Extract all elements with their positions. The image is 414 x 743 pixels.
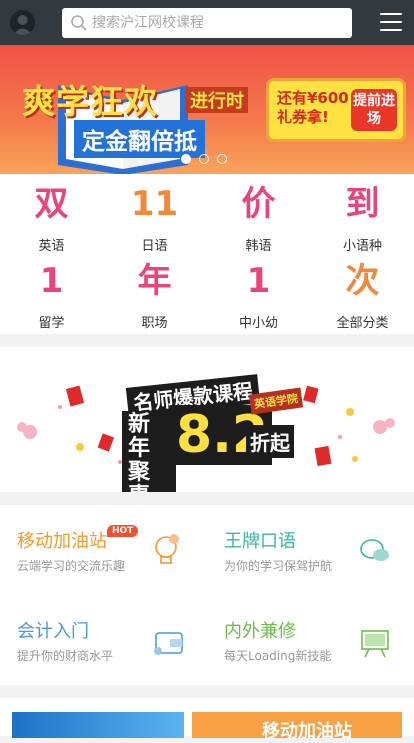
banner-headline: 爽学狂欢 — [22, 82, 158, 121]
wallet-icon — [154, 632, 183, 655]
category-item-workplace[interactable]: 年 职场 — [103, 251, 206, 331]
card-title: 移动加油站 — [262, 721, 352, 742]
presentation-board-icon — [361, 630, 389, 658]
service-mobile-station[interactable]: 移动加油站 HOT 云端学习的交流乐趣 — [0, 505, 207, 595]
category-item-study-abroad[interactable]: 1 留学 — [0, 251, 103, 331]
category-glyph: 11 — [130, 184, 179, 224]
service-desc: 每天Loading新技能 — [224, 649, 332, 663]
banner-tag: 进行时 — [186, 87, 248, 113]
lightbulb-icon — [155, 534, 179, 564]
category-glyph: 年 — [137, 261, 172, 301]
service-desc: 云端学习的交流乐趣 — [17, 559, 126, 573]
promo-suffix: 折起 — [246, 425, 294, 458]
feature-card[interactable] — [12, 712, 184, 738]
search-icon — [71, 15, 87, 31]
service-title: 内外兼修 — [224, 621, 296, 642]
service-desc: 为你的学习保驾护航 — [224, 559, 333, 573]
category-label: 中小幼 — [238, 316, 278, 331]
category-label: 职场 — [141, 316, 168, 331]
banner-cta[interactable]: 还有¥600礼券拿! 提前进场 — [266, 78, 406, 142]
category-glyph: 1 — [39, 261, 64, 301]
bottom-cards: 移动加油站 — [0, 698, 414, 742]
hot-badge: HOT — [107, 525, 139, 537]
cta-button[interactable]: 提前进场 — [351, 89, 397, 131]
service-oral-english[interactable]: 王牌口语 为你的学习保驾护航 — [207, 505, 414, 595]
category-item-all[interactable]: 次 全部分类 — [311, 251, 414, 331]
service-title: 移动加油站 — [17, 531, 107, 552]
carousel-dots — [181, 154, 227, 164]
chat-bubbles-icon — [360, 539, 389, 561]
service-accounting[interactable]: 会计入门 提升你的财商水平 — [0, 595, 207, 685]
category-label: 全部分类 — [336, 316, 389, 331]
hamburger-menu-icon[interactable] — [380, 13, 402, 33]
category-item-minor-languages[interactable]: 到 小语种 — [311, 174, 414, 254]
category-glyph: 到 — [345, 184, 380, 224]
feature-card[interactable]: 移动加油站 — [192, 712, 402, 742]
category-label: 留学 — [38, 316, 65, 331]
category-item-korean[interactable]: 价 韩语 — [207, 174, 310, 254]
category-grid: 双 英语 11 日语 价 韩语 到 小语种 1 留学 年 职场 1 中小幼 次 … — [0, 174, 414, 334]
carousel-dot[interactable] — [181, 154, 191, 164]
cta-text: 还有¥600礼券拿! — [277, 89, 349, 126]
category-glyph: 双 — [34, 184, 69, 224]
promo-banner[interactable]: 爽学狂欢 进行时 定金翻倍抵 还有¥600礼券拿! 提前进场 — [0, 45, 414, 174]
service-desc: 提升你的财商水平 — [17, 649, 114, 663]
search-input[interactable] — [92, 15, 332, 31]
search-bar[interactable] — [62, 8, 352, 38]
category-glyph: 价 — [241, 184, 276, 224]
category-item-english[interactable]: 双 英语 — [0, 174, 103, 254]
service-title: 王牌口语 — [224, 531, 296, 552]
service-skills[interactable]: 内外兼修 每天Loading新技能 — [207, 595, 414, 685]
service-title: 会计入门 — [17, 621, 89, 642]
category-item-japanese[interactable]: 11 日语 — [103, 174, 206, 254]
category-item-k12[interactable]: 1 中小幼 — [207, 251, 310, 331]
category-glyph: 1 — [246, 261, 271, 301]
services-grid: 移动加油站 HOT 云端学习的交流乐趣 王牌口语 为你的学习保驾护航 会计入门 … — [0, 505, 414, 685]
carousel-dot[interactable] — [217, 154, 227, 164]
promo-line2: 新年聚惠 — [122, 411, 176, 492]
top-header — [0, 0, 414, 45]
banner-subline: 定金翻倍抵 — [74, 120, 205, 158]
category-glyph: 次 — [345, 261, 380, 301]
new-year-promo-banner[interactable]: 名师爆款课程 新年聚惠 8.2 折起 英语学院 — [0, 347, 414, 492]
carousel-dot[interactable] — [199, 154, 209, 164]
user-avatar-icon[interactable] — [10, 10, 35, 35]
